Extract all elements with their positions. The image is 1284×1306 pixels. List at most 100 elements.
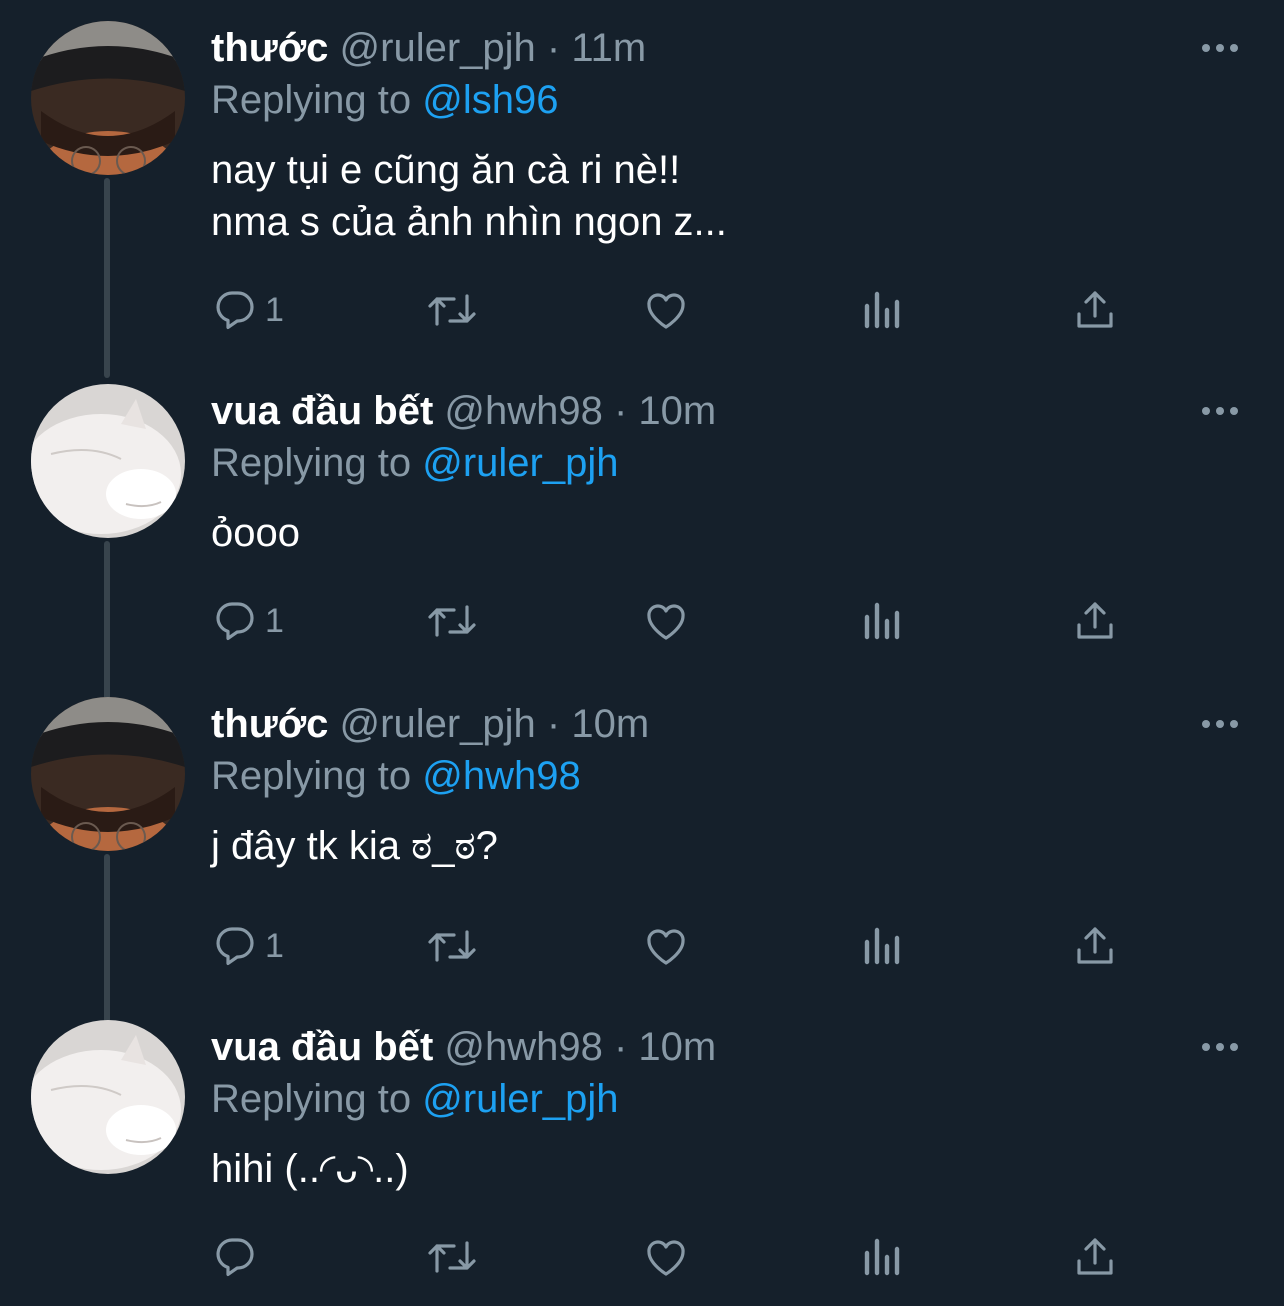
retweet-icon [428,1241,476,1273]
replying-to-mention[interactable]: @hwh98 [422,754,580,798]
display-name[interactable]: thước [211,702,328,746]
replying-to-mention[interactable]: @lsh96 [422,78,558,122]
share-button[interactable] [1071,916,1119,976]
replying-to-mention[interactable]: @ruler_pjh [422,1077,618,1121]
like-button[interactable] [641,1227,691,1287]
like-icon [647,1240,685,1276]
display-name[interactable]: vua đầu bết [211,389,433,433]
analytics-icon [864,1238,900,1276]
handle[interactable]: @hwh98 [444,1025,602,1069]
analytics-icon [864,927,900,965]
reply-button[interactable]: 1 [211,280,284,340]
share-icon [1077,927,1113,964]
more-options-icon [1202,407,1238,415]
handle[interactable]: @hwh98 [444,389,602,433]
timestamp[interactable]: 10m [571,702,649,746]
more-options-button[interactable] [1200,22,1240,74]
separator: · [602,1025,639,1069]
display-name[interactable]: vua đầu bết [211,1025,433,1069]
tweet-header: thước @ruler_pjh · 11m [211,22,646,74]
tweet[interactable]: vua đầu bết @hwh98 · 10m Replying to @ru… [0,999,1284,1306]
share-icon [1077,1238,1113,1275]
tweet[interactable]: thước @ruler_pjh · 11m Replying to @lsh9… [0,0,1284,378]
like-button[interactable] [641,916,691,976]
share-button[interactable] [1071,1227,1119,1287]
tweet-actions: 1 [211,916,1131,976]
tweet-actions: 1 [211,280,1131,340]
share-button[interactable] [1071,591,1119,651]
thread-line [104,178,110,378]
white-cat-icon [31,384,185,538]
retweet-button[interactable] [425,280,479,340]
retweet-button[interactable] [425,1227,479,1287]
replying-to-label: Replying to [211,78,423,122]
tweet-header: vua đầu bết @hwh98 · 10m [211,1021,716,1073]
analytics-button[interactable] [859,916,903,976]
share-icon [1077,291,1113,328]
reply-button[interactable]: 1 [211,916,284,976]
more-options-button[interactable] [1200,385,1240,437]
retweet-icon [428,294,476,326]
analytics-button[interactable] [859,280,903,340]
reply-icon [216,1238,254,1276]
replying-to-label: Replying to [211,1077,423,1121]
tweet-text: hihi (..◜ᴗ◝..) [211,1147,409,1191]
tweet-header: thước @ruler_pjh · 10m [211,698,649,750]
reply-button[interactable] [211,1227,265,1287]
like-icon [647,604,685,640]
avatar[interactable] [31,21,185,175]
avatar[interactable] [31,1020,185,1174]
analytics-icon [864,291,900,329]
separator: · [602,389,639,433]
like-button[interactable] [641,280,691,340]
share-icon [1077,602,1113,639]
reply-count: 1 [265,601,284,640]
retweet-icon [428,605,476,637]
reply-icon [216,927,254,965]
share-button[interactable] [1071,280,1119,340]
reply-count: 1 [265,926,284,965]
display-name[interactable]: thước [211,26,328,70]
reply-button[interactable]: 1 [211,591,284,651]
avatar[interactable] [31,384,185,538]
separator: · [535,702,572,746]
timestamp[interactable]: 11m [571,26,646,70]
handle[interactable]: @ruler_pjh [340,702,536,746]
avatar[interactable] [31,697,185,851]
reply-icon [216,291,254,329]
timestamp[interactable]: 10m [638,389,716,433]
retweet-button[interactable] [425,591,479,651]
replying-to: Replying to @hwh98 [211,751,581,801]
timestamp[interactable]: 10m [638,1025,716,1069]
white-cat-icon [31,1020,185,1174]
tweet-header: vua đầu bết @hwh98 · 10m [211,385,716,437]
retweet-button[interactable] [425,916,479,976]
tweet[interactable]: thước @ruler_pjh · 10m Replying to @hwh9… [0,676,1284,1024]
more-options-icon [1202,1043,1238,1051]
replying-to: Replying to @ruler_pjh [211,1074,618,1124]
like-icon [647,929,685,965]
tweet[interactable]: vua đầu bết @hwh98 · 10m Replying to @ru… [0,363,1284,701]
reply-count: 1 [265,290,284,329]
handle[interactable]: @ruler_pjh [340,26,536,70]
more-options-button[interactable] [1200,698,1240,750]
tweet-text: nay tụi e cũng ăn cà ri nè!! nma s của ả… [211,148,727,244]
replying-to: Replying to @lsh96 [211,75,558,125]
person-with-cap-icon [31,697,185,851]
replying-to-mention[interactable]: @ruler_pjh [422,441,618,485]
analytics-button[interactable] [859,591,903,651]
tweet-text: j đây tk kia ಠ_ಠ? [211,824,498,868]
person-with-cap-icon [31,21,185,175]
more-options-icon [1202,720,1238,728]
like-button[interactable] [641,591,691,651]
tweet-actions [211,1227,1131,1287]
replying-to-label: Replying to [211,754,423,798]
replying-to-label: Replying to [211,441,423,485]
like-icon [647,293,685,329]
analytics-button[interactable] [859,1227,903,1287]
tweet-text: ỏooo [211,511,300,555]
more-options-button[interactable] [1200,1021,1240,1073]
tweet-actions: 1 [211,591,1131,651]
reply-icon [216,602,254,640]
analytics-icon [864,602,900,640]
